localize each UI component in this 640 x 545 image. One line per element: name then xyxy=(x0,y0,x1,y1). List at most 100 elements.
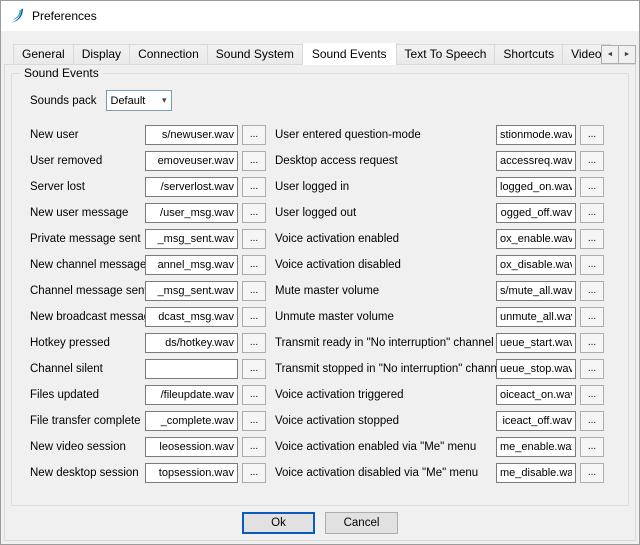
row-voice-activation-triggered: Voice activation triggered ... xyxy=(275,384,604,405)
app-icon xyxy=(9,8,25,24)
sound-file-input[interactable] xyxy=(145,125,238,145)
browse-button[interactable]: ... xyxy=(580,151,604,171)
browse-button[interactable]: ... xyxy=(580,333,604,353)
sound-event-label: Voice activation disabled xyxy=(275,259,496,271)
sound-file-input[interactable] xyxy=(496,151,576,171)
tab-sound-system[interactable]: Sound System xyxy=(207,44,303,65)
browse-button[interactable]: ... xyxy=(242,463,266,483)
sound-file-input[interactable] xyxy=(496,229,576,249)
sound-file-input[interactable] xyxy=(496,463,576,483)
browse-button[interactable]: ... xyxy=(242,177,266,197)
browse-button[interactable]: ... xyxy=(580,203,604,223)
sound-file-input[interactable] xyxy=(496,385,576,405)
tab-connection[interactable]: Connection xyxy=(129,44,208,65)
window-title: Preferences xyxy=(32,9,97,23)
sound-file-input[interactable] xyxy=(145,203,238,223)
sound-event-label: Voice activation stopped xyxy=(275,415,496,427)
browse-button[interactable]: ... xyxy=(242,229,266,249)
browse-button[interactable]: ... xyxy=(580,177,604,197)
sound-event-label: Voice activation disabled via "Me" menu xyxy=(275,467,496,479)
browse-button[interactable]: ... xyxy=(242,125,266,145)
tab-scroll-control: ◄ ► xyxy=(602,45,636,64)
sound-file-input[interactable] xyxy=(496,255,576,275)
title-bar: Preferences xyxy=(1,1,639,31)
sounds-pack-label: Sounds pack xyxy=(30,95,97,107)
row-user-removed: User removed ... xyxy=(30,150,266,171)
browse-button[interactable]: ... xyxy=(242,255,266,275)
sound-file-input[interactable] xyxy=(145,437,238,457)
row-transmit-stopped: Transmit stopped in "No interruption" ch… xyxy=(275,358,604,379)
browse-button[interactable]: ... xyxy=(242,359,266,379)
browse-button[interactable]: ... xyxy=(242,411,266,431)
sound-event-label: Desktop access request xyxy=(275,155,496,167)
browse-button[interactable]: ... xyxy=(580,281,604,301)
sound-event-label: Voice activation triggered xyxy=(275,389,496,401)
sound-file-input[interactable] xyxy=(145,463,238,483)
cancel-button[interactable]: Cancel xyxy=(325,512,398,534)
sound-file-input[interactable] xyxy=(145,255,238,275)
sound-file-input[interactable] xyxy=(496,437,576,457)
ok-button[interactable]: Ok xyxy=(242,512,315,534)
row-private-message-sent: Private message sent ... xyxy=(30,228,266,249)
browse-button[interactable]: ... xyxy=(580,437,604,457)
browse-button[interactable]: ... xyxy=(242,437,266,457)
row-transmit-ready: Transmit ready in "No interruption" chan… xyxy=(275,332,604,353)
sound-event-label: Channel message sent xyxy=(30,285,145,297)
sound-file-input[interactable] xyxy=(496,203,576,223)
browse-button[interactable]: ... xyxy=(580,359,604,379)
sound-file-input[interactable] xyxy=(496,411,576,431)
tab-shortcuts[interactable]: Shortcuts xyxy=(494,44,563,65)
tab-general[interactable]: General xyxy=(13,44,74,65)
sound-file-input[interactable] xyxy=(145,333,238,353)
browse-button[interactable]: ... xyxy=(242,307,266,327)
sound-event-label: Transmit stopped in "No interruption" ch… xyxy=(275,363,496,375)
dialog-content: General Display Connection Sound System … xyxy=(1,31,639,544)
tab-text-to-speech[interactable]: Text To Speech xyxy=(396,44,496,65)
browse-button[interactable]: ... xyxy=(580,255,604,275)
chevron-down-icon: ▾ xyxy=(162,95,167,106)
browse-button[interactable]: ... xyxy=(580,463,604,483)
browse-button[interactable]: ... xyxy=(580,307,604,327)
sound-file-input[interactable] xyxy=(496,125,576,145)
browse-button[interactable]: ... xyxy=(242,151,266,171)
browse-button[interactable]: ... xyxy=(580,229,604,249)
sound-file-input[interactable] xyxy=(145,307,238,327)
row-new-user-message: New user message ... xyxy=(30,202,266,223)
tab-sound-events[interactable]: Sound Events xyxy=(302,43,397,65)
sound-file-input[interactable] xyxy=(496,333,576,353)
browse-button[interactable]: ... xyxy=(580,125,604,145)
sound-event-label: New user xyxy=(30,129,145,141)
browse-button[interactable]: ... xyxy=(242,385,266,405)
sound-file-input[interactable] xyxy=(145,411,238,431)
row-mute-master-volume: Mute master volume ... xyxy=(275,280,604,301)
browse-button[interactable]: ... xyxy=(242,281,266,301)
sound-file-input[interactable] xyxy=(145,385,238,405)
sound-file-input[interactable] xyxy=(496,307,576,327)
row-channel-message-sent: Channel message sent ... xyxy=(30,280,266,301)
browse-button[interactable]: ... xyxy=(580,411,604,431)
row-voice-activation-disabled-me-menu: Voice activation disabled via "Me" menu … xyxy=(275,462,604,483)
sound-file-input[interactable] xyxy=(145,229,238,249)
row-voice-activation-disabled: Voice activation disabled ... xyxy=(275,254,604,275)
row-new-user: New user ... xyxy=(30,124,266,145)
browse-button[interactable]: ... xyxy=(242,333,266,353)
sounds-pack-row: Sounds pack Default ▾ xyxy=(30,90,172,111)
row-voice-activation-enabled: Voice activation enabled ... xyxy=(275,228,604,249)
left-column: New user ... User removed ... Server los… xyxy=(30,124,266,488)
sound-file-input[interactable] xyxy=(145,359,238,379)
sound-file-input[interactable] xyxy=(496,281,576,301)
sound-file-input[interactable] xyxy=(496,359,576,379)
sound-event-label: User entered question-mode xyxy=(275,129,496,141)
tab-display[interactable]: Display xyxy=(73,44,130,65)
browse-button[interactable]: ... xyxy=(580,385,604,405)
sound-event-label: Hotkey pressed xyxy=(30,337,145,349)
sounds-pack-dropdown[interactable]: Default ▾ xyxy=(106,90,172,111)
browse-button[interactable]: ... xyxy=(242,203,266,223)
tab-scroll-right-icon[interactable]: ► xyxy=(618,45,636,64)
tab-scroll-left-icon[interactable]: ◄ xyxy=(601,45,619,64)
sound-event-label: Mute master volume xyxy=(275,285,496,297)
sound-file-input[interactable] xyxy=(496,177,576,197)
sound-file-input[interactable] xyxy=(145,281,238,301)
sound-file-input[interactable] xyxy=(145,177,238,197)
sound-file-input[interactable] xyxy=(145,151,238,171)
